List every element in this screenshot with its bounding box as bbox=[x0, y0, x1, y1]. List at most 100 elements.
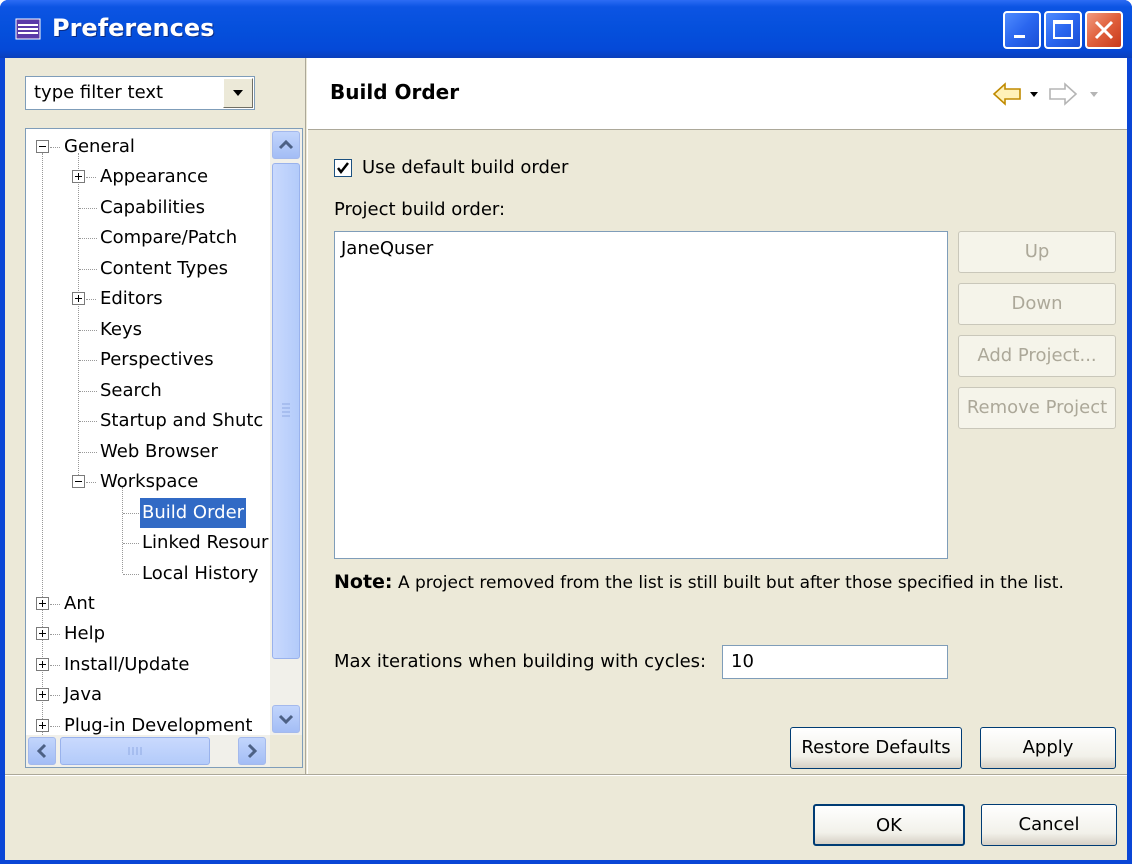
tree-item-java[interactable]: Java bbox=[62, 680, 104, 710]
expand-icon[interactable] bbox=[72, 292, 85, 305]
collapse-icon[interactable] bbox=[36, 140, 49, 153]
tree-item-compare-patch[interactable]: Compare/Patch bbox=[98, 223, 239, 253]
tree-horizontal-scrollbar[interactable] bbox=[26, 735, 302, 767]
minimize-button[interactable] bbox=[1003, 11, 1041, 49]
close-icon bbox=[1094, 20, 1114, 40]
down-button[interactable]: Down bbox=[958, 283, 1116, 325]
tree-connector bbox=[79, 360, 97, 361]
checkmark-icon bbox=[337, 162, 349, 175]
back-arrow-icon[interactable] bbox=[992, 82, 1021, 106]
apply-button[interactable]: Apply bbox=[980, 727, 1116, 769]
tree-connector bbox=[86, 482, 96, 483]
scroll-up-button[interactable] bbox=[272, 131, 300, 159]
grip-icon bbox=[282, 403, 290, 417]
expand-icon[interactable] bbox=[36, 719, 49, 732]
expand-icon[interactable] bbox=[36, 688, 49, 701]
maximize-icon bbox=[1053, 20, 1073, 39]
tree-content: General Appearance Capabilities Compare/… bbox=[26, 129, 270, 757]
tree-vertical-scrollbar[interactable] bbox=[270, 129, 302, 735]
expand-icon[interactable] bbox=[36, 658, 49, 671]
eclipse-icon bbox=[15, 18, 41, 40]
tree-connector bbox=[50, 634, 60, 635]
tree-connector bbox=[50, 726, 60, 727]
tree-connector bbox=[86, 177, 96, 178]
grip-icon bbox=[128, 747, 142, 755]
chevron-right-icon bbox=[247, 743, 258, 759]
chevron-up-icon bbox=[278, 139, 294, 150]
horizontal-scroll-thumb[interactable] bbox=[60, 737, 210, 765]
tree-item-web-browser[interactable]: Web Browser bbox=[98, 437, 220, 467]
list-item[interactable]: JaneQuser bbox=[341, 238, 433, 259]
tree-item-workspace[interactable]: Workspace bbox=[98, 467, 200, 497]
tree-item-appearance[interactable]: Appearance bbox=[98, 162, 210, 192]
preference-tree[interactable]: General Appearance Capabilities Compare/… bbox=[25, 128, 303, 768]
tree-item-install-update[interactable]: Install/Update bbox=[62, 650, 191, 680]
page-header: Build Order bbox=[308, 58, 1127, 130]
page-title: Build Order bbox=[330, 80, 460, 104]
collapse-icon[interactable] bbox=[72, 475, 85, 488]
tree-item-linked-resources[interactable]: Linked Resour bbox=[140, 528, 270, 558]
tree-connector bbox=[50, 665, 60, 666]
scroll-right-button[interactable] bbox=[238, 737, 266, 765]
tree-connector bbox=[50, 695, 60, 696]
tree-connector bbox=[123, 513, 139, 514]
tree-item-ant[interactable]: Ant bbox=[62, 589, 97, 619]
note-text: A project removed from the list is still… bbox=[397, 573, 1064, 593]
chevron-left-icon bbox=[36, 743, 47, 759]
tree-item-capabilities[interactable]: Capabilities bbox=[98, 193, 207, 223]
restore-defaults-button[interactable]: Restore Defaults bbox=[790, 727, 962, 769]
tree-connector bbox=[50, 604, 60, 605]
use-default-label[interactable]: Use default build order bbox=[362, 157, 568, 178]
filter-input[interactable]: type filter text bbox=[34, 82, 163, 103]
ok-button[interactable]: OK bbox=[813, 804, 965, 846]
tree-item-search[interactable]: Search bbox=[98, 376, 164, 406]
tree-connector bbox=[50, 147, 60, 148]
tree-item-build-order[interactable]: Build Order bbox=[140, 498, 247, 528]
close-button[interactable] bbox=[1085, 11, 1123, 49]
cancel-button[interactable]: Cancel bbox=[981, 804, 1117, 846]
tree-item-startup-shutdown[interactable]: Startup and Shutc bbox=[98, 406, 265, 436]
expand-icon[interactable] bbox=[36, 597, 49, 610]
window-title: Preferences bbox=[52, 14, 215, 42]
dialog-client-area: type filter text General Appearance Capa… bbox=[5, 58, 1127, 860]
expand-icon[interactable] bbox=[36, 627, 49, 640]
tree-connector bbox=[79, 391, 97, 392]
tree-connector bbox=[122, 487, 123, 573]
remove-project-button[interactable]: Remove Project bbox=[958, 387, 1116, 429]
scroll-left-button[interactable] bbox=[28, 737, 56, 765]
project-build-order-list[interactable]: JaneQuser bbox=[334, 231, 948, 559]
title-bar[interactable]: Preferences bbox=[0, 0, 1132, 58]
tree-item-content-types[interactable]: Content Types bbox=[98, 254, 230, 284]
expand-icon[interactable] bbox=[72, 170, 85, 183]
tree-connector bbox=[79, 208, 97, 209]
filter-combo[interactable]: type filter text bbox=[25, 76, 255, 110]
max-iterations-label: Max iterations when building with cycles… bbox=[334, 651, 707, 672]
scroll-down-button[interactable] bbox=[272, 705, 300, 733]
tree-connector bbox=[79, 452, 97, 453]
max-iterations-input[interactable]: 10 bbox=[722, 645, 948, 679]
back-menu-icon[interactable] bbox=[1030, 92, 1038, 97]
tree-item-editors[interactable]: Editors bbox=[98, 284, 165, 314]
dialog-separator bbox=[5, 774, 1127, 776]
add-project-button[interactable]: Add Project... bbox=[958, 335, 1116, 377]
tree-item-local-history[interactable]: Local History bbox=[140, 559, 260, 589]
tree-connector bbox=[123, 543, 139, 544]
chevron-down-icon bbox=[233, 90, 243, 96]
note: Note: A project removed from the list is… bbox=[334, 571, 1064, 593]
maximize-button[interactable] bbox=[1044, 11, 1082, 49]
tree-item-help[interactable]: Help bbox=[62, 619, 107, 649]
forward-menu-icon[interactable] bbox=[1090, 92, 1098, 97]
history-navigation bbox=[990, 78, 1120, 110]
tree-item-perspectives[interactable]: Perspectives bbox=[98, 345, 216, 375]
tree-connector bbox=[123, 574, 139, 575]
tree-item-general[interactable]: General bbox=[62, 132, 137, 162]
up-button[interactable]: Up bbox=[958, 231, 1116, 273]
project-build-order-label: Project build order: bbox=[334, 199, 506, 220]
use-default-checkbox[interactable] bbox=[334, 159, 352, 177]
tree-item-keys[interactable]: Keys bbox=[98, 315, 144, 345]
tree-connector bbox=[78, 153, 79, 475]
filter-dropdown-button[interactable] bbox=[223, 78, 253, 108]
forward-arrow-icon[interactable] bbox=[1049, 82, 1078, 106]
chevron-down-icon bbox=[278, 714, 294, 725]
vertical-scroll-thumb[interactable] bbox=[272, 163, 300, 659]
